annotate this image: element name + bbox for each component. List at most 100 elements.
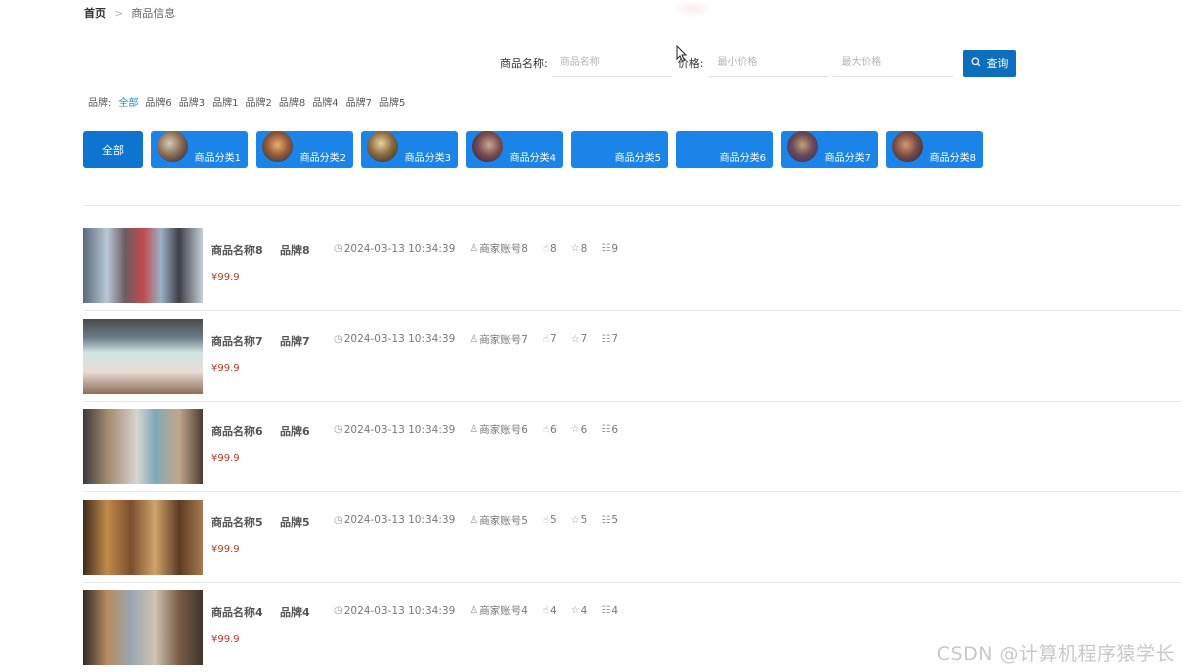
brand-item[interactable]: 品牌6 <box>145 94 171 109</box>
watermark: CSDN @计算机程序猿学长 <box>936 643 1175 665</box>
product-favorites: 6 <box>580 423 588 436</box>
category-label: 商品分类3 <box>404 153 451 164</box>
product-merchant: 商家账号4 <box>479 605 528 617</box>
product-likes: 6 <box>550 423 557 436</box>
star-icon: ☆ <box>570 243 580 254</box>
product-favorites: 4 <box>580 604 588 617</box>
brand-item[interactable]: 品牌1 <box>212 94 238 109</box>
category-button[interactable]: 商品分类4 <box>466 131 563 168</box>
category-label: 商品分类8 <box>929 153 976 164</box>
name-search-input[interactable] <box>551 49 672 77</box>
product-comments: 5 <box>611 514 619 526</box>
query-button[interactable]: 查询 <box>963 49 1017 77</box>
comment-icon: ☷ <box>601 243 611 254</box>
max-price-input[interactable] <box>833 49 954 77</box>
breadcrumb: 首页 > 商品信息 <box>84 5 175 21</box>
product-meta: ◷ 2024-03-13 10:34:39 ♙ 商家账号7 ☝ 7 ☆ 7 ☷ … <box>334 332 618 347</box>
product-image[interactable] <box>83 590 203 665</box>
product-favorites: 5 <box>580 514 588 526</box>
breadcrumb-current: 商品信息 <box>131 7 176 20</box>
clock-icon: ◷ <box>334 605 343 616</box>
product-name[interactable]: 商品名称8 <box>211 242 263 258</box>
product-brand: 品牌4 <box>280 606 310 619</box>
category-button[interactable]: 商品分类7 <box>781 131 878 168</box>
product-brand: 品牌6 <box>280 425 310 438</box>
product-image[interactable] <box>83 409 203 484</box>
product-name[interactable]: 商品名称6 <box>211 423 263 439</box>
product-favorites: 7 <box>580 333 588 345</box>
product-merchant: 商家账号8 <box>479 243 528 255</box>
category-label: 商品分类6 <box>719 153 766 164</box>
product-merchant: 商家账号6 <box>479 424 528 436</box>
category-tabs: 全部 商品分类1 商品分类2 商品分类3 商品分类4 商品分类5 商品分类6 商… <box>83 131 983 168</box>
product-time: 2024-03-13 10:34:39 <box>343 514 456 526</box>
product-image[interactable] <box>83 318 203 394</box>
divider <box>83 205 1181 206</box>
brand-item-all[interactable]: 全部 <box>118 94 138 109</box>
category-button[interactable]: 商品分类2 <box>256 131 353 168</box>
brand-item[interactable]: 品牌8 <box>279 94 305 109</box>
category-all-button[interactable]: 全部 <box>83 131 143 168</box>
query-button-label: 查询 <box>986 57 1009 70</box>
clock-icon: ◷ <box>334 514 343 526</box>
category-label: 商品分类4 <box>509 153 556 164</box>
product-time: 2024-03-13 10:34:39 <box>343 423 456 436</box>
breadcrumb-separator: > <box>114 6 124 20</box>
breadcrumb-home[interactable]: 首页 <box>84 5 106 21</box>
user-icon: ♙ <box>469 605 479 616</box>
comment-icon: ☷ <box>601 514 611 526</box>
product-likes: 7 <box>550 333 557 345</box>
category-thumbnail <box>787 131 818 162</box>
product-comments: 9 <box>611 242 619 255</box>
thumbs-up-icon: ☝ <box>542 333 550 345</box>
brand-item[interactable]: 品牌3 <box>179 94 205 109</box>
product-likes: 8 <box>550 242 557 255</box>
product-merchant: 商家账号5 <box>479 514 528 527</box>
category-button[interactable]: 商品分类5 <box>571 131 668 168</box>
product-item[interactable]: 商品名称5 品牌5 ◷ 2024-03-13 10:34:39 ♙ 商家账号5 … <box>83 499 1181 591</box>
category-button[interactable]: 商品分类6 <box>676 131 773 168</box>
search-icon <box>971 57 981 70</box>
product-likes: 5 <box>550 514 557 526</box>
product-time: 2024-03-13 10:34:39 <box>343 333 456 345</box>
comment-icon: ☷ <box>601 605 611 616</box>
product-favorites: 8 <box>580 242 588 255</box>
product-image[interactable] <box>83 228 203 303</box>
category-button[interactable]: 商品分类1 <box>151 131 248 168</box>
product-meta: ◷ 2024-03-13 10:34:39 ♙ 商家账号4 ☝ 4 ☆ 4 ☷ … <box>334 603 618 618</box>
brand-item[interactable]: 品牌7 <box>346 94 372 109</box>
product-comments: 6 <box>611 423 619 436</box>
comment-icon: ☷ <box>601 333 611 345</box>
category-label: 商品分类2 <box>299 153 346 164</box>
product-likes: 4 <box>550 604 557 617</box>
thumbs-up-icon: ☝ <box>542 514 550 526</box>
product-meta: ◷ 2024-03-13 10:34:39 ♙ 商家账号6 ☝ 6 ☆ 6 ☷ … <box>334 422 618 437</box>
category-button[interactable]: 商品分类3 <box>361 131 458 168</box>
product-name[interactable]: 商品名称5 <box>211 514 263 530</box>
brand-item[interactable]: 品牌4 <box>312 94 338 109</box>
product-item[interactable]: 商品名称7 品牌7 ◷ 2024-03-13 10:34:39 ♙ 商家账号7 … <box>83 318 1181 410</box>
product-price: ¥99.9 <box>211 634 240 645</box>
user-icon: ♙ <box>469 333 479 345</box>
category-label: 商品分类7 <box>824 153 871 164</box>
brand-item[interactable]: 品牌2 <box>246 94 272 109</box>
product-price: ¥99.9 <box>211 272 240 283</box>
product-name[interactable]: 商品名称7 <box>211 333 263 349</box>
star-icon: ☆ <box>570 514 580 526</box>
product-item[interactable]: 商品名称8 品牌8 ◷ 2024-03-13 10:34:39 ♙ 商家账号8 … <box>83 228 1181 319</box>
product-image[interactable] <box>83 499 203 575</box>
clock-icon: ◷ <box>334 333 343 345</box>
category-button[interactable]: 商品分类8 <box>886 131 983 168</box>
min-price-input[interactable] <box>709 49 830 77</box>
category-thumbnail <box>892 131 923 162</box>
product-name[interactable]: 商品名称4 <box>211 604 263 620</box>
brand-filter: 品牌: 全部 品牌6 品牌3 品牌1 品牌2 品牌8 品牌4 品牌7 品牌5 <box>88 94 405 109</box>
product-item[interactable]: 商品名称6 品牌6 ◷ 2024-03-13 10:34:39 ♙ 商家账号6 … <box>83 409 1181 500</box>
brand-item[interactable]: 品牌5 <box>379 94 405 109</box>
product-price: ¥99.9 <box>211 453 240 464</box>
name-label: 商品名称: <box>500 57 548 70</box>
product-brand: 品牌8 <box>280 244 310 257</box>
category-label: 商品分类5 <box>614 153 661 164</box>
thumbs-up-icon: ☝ <box>542 243 550 254</box>
product-list: 商品名称8 品牌8 ◷ 2024-03-13 10:34:39 ♙ 商家账号8 … <box>83 228 1181 672</box>
